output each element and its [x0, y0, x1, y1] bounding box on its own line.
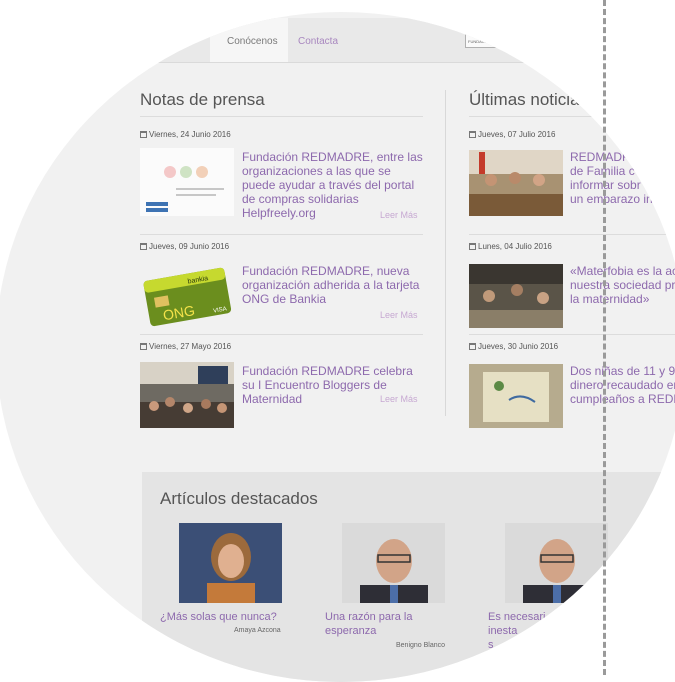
column-separator: [445, 90, 446, 416]
featured-title-2[interactable]: Una razón para la esperanza: [325, 610, 445, 638]
author-photo-1: [179, 523, 282, 603]
divider: [469, 234, 675, 235]
calendar-icon: [469, 343, 476, 350]
group-image: [469, 264, 563, 328]
press-more-3[interactable]: Leer Más: [380, 394, 418, 404]
news-date-3-text: Jueves, 30 Junio 2016: [478, 342, 559, 351]
news-heading: Últimas noticia.: [469, 90, 585, 109]
press-thumb-2[interactable]: bankia ONG VISA: [140, 262, 234, 328]
divider: [469, 116, 675, 117]
featured-thumb-3[interactable]: [505, 523, 608, 603]
press-date-1-text: Viernes, 24 Junio 2016: [149, 130, 231, 139]
author-photo-3: [505, 523, 608, 603]
calendar-icon: [140, 243, 147, 250]
press-more-1[interactable]: Leer Más: [380, 210, 418, 220]
news-thumb-1[interactable]: [469, 150, 563, 216]
divider: [469, 334, 675, 335]
news-date-1: Jueves, 07 Julio 2016: [469, 130, 555, 139]
tab-contacta[interactable]: Contacta: [298, 36, 338, 47]
divider: [140, 116, 423, 117]
author-photo-2: [342, 523, 445, 603]
press-date-3: Viernes, 27 Mayo 2016: [140, 342, 231, 351]
tab-conocenos[interactable]: Conócenos: [227, 36, 278, 47]
press-date-2: Jueves, 09 Junio 2016: [140, 242, 229, 251]
press-date-1: Viernes, 24 Junio 2016: [140, 130, 231, 139]
news-thumb-2[interactable]: [469, 264, 563, 328]
news-title-1[interactable]: REDMADR de Familia c informar sobr un em…: [570, 150, 675, 206]
featured-title-1[interactable]: ¿Más solas que nunca?: [160, 610, 290, 624]
featured-thumb-2[interactable]: [342, 523, 445, 603]
divider: [140, 334, 423, 335]
news-date-3: Jueves, 30 Junio 2016: [469, 342, 558, 351]
news-title-2[interactable]: «Materfobia es la ac nuestra sociedad pr…: [570, 264, 675, 306]
viewport-circle: Conócenos Contacta FUNDACIÓN Notas de pr…: [0, 12, 675, 682]
press-more-2[interactable]: Leer Más: [380, 310, 418, 320]
news-date-2-text: Lunes, 04 Julio 2016: [478, 242, 552, 251]
featured-author-2: Benigno Blanco: [396, 642, 446, 649]
helpfreely-image: [140, 148, 234, 216]
logo[interactable]: FUNDACIÓN: [465, 34, 517, 48]
press-date-3-text: Viernes, 27 Mayo 2016: [149, 342, 232, 351]
divider: [140, 234, 423, 235]
press-date-2-text: Jueves, 09 Junio 2016: [149, 242, 230, 251]
featured-thumb-1[interactable]: [179, 523, 282, 603]
calendar-icon: [469, 243, 476, 250]
news-title-3[interactable]: Dos niñas de 11 y 9 a dinero recaudado e…: [570, 364, 675, 406]
featured-author-1: Amaya Azcona: [234, 627, 281, 634]
news-date-2: Lunes, 04 Julio 2016: [469, 242, 552, 251]
bloggers-event-image: [140, 362, 234, 428]
calendar-icon: [140, 343, 147, 350]
calendar-icon: [140, 131, 147, 138]
drawing-image: [469, 364, 563, 428]
featured-heading: Artículos destacados: [160, 489, 318, 508]
bankia-card-image: bankia ONG VISA: [140, 262, 234, 328]
meeting-image: [469, 150, 563, 216]
page: Conócenos Contacta FUNDACIÓN Notas de pr…: [0, 12, 675, 682]
featured-title-3[interactable]: Es necesari inesta s: [488, 610, 578, 652]
crop-guide-dashed-line: [603, 0, 606, 675]
calendar-icon: [469, 131, 476, 138]
press-heading: Notas de prensa: [140, 90, 265, 109]
press-thumb-1[interactable]: [140, 148, 234, 216]
press-thumb-3[interactable]: [140, 362, 234, 428]
featured-section: Artículos destacados ¿Más solas que nunc…: [142, 472, 675, 682]
news-thumb-3[interactable]: [469, 364, 563, 428]
top-nav: Conócenos Contacta FUNDACIÓN: [0, 18, 675, 63]
press-title-2[interactable]: Fundación REDMADRE, nueva organización a…: [242, 264, 424, 306]
news-date-1-text: Jueves, 07 Julio 2016: [478, 130, 556, 139]
